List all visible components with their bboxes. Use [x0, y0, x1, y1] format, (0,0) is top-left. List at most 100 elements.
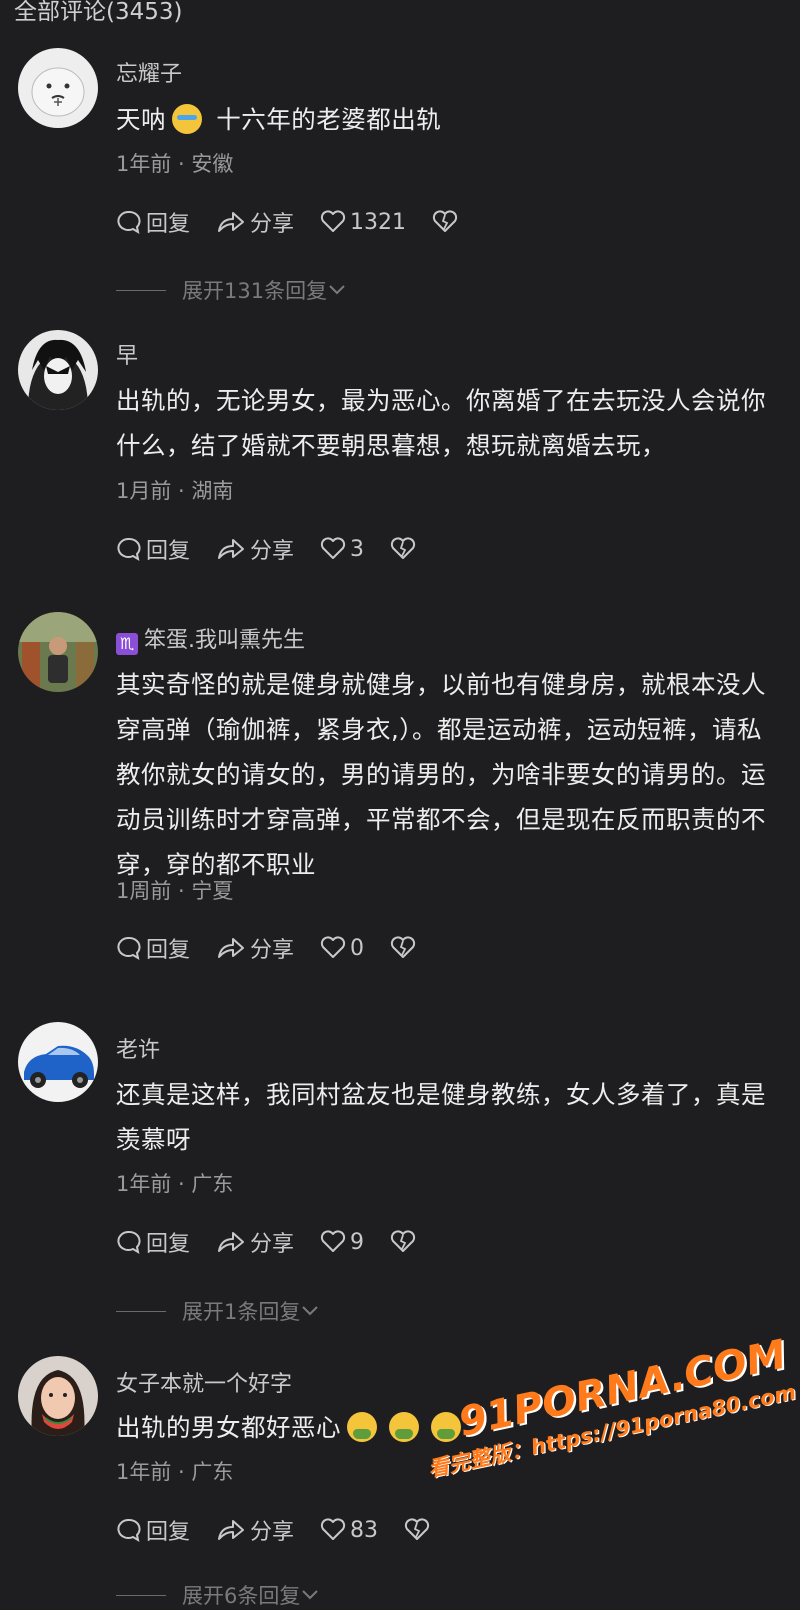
broken-heart-icon — [390, 936, 416, 958]
like-count: 3 — [350, 536, 365, 562]
comment-author[interactable]: 老许 — [116, 1032, 160, 1064]
reply-label: 回复 — [146, 212, 191, 237]
like-count: 83 — [350, 1517, 379, 1543]
share-button[interactable]: 分享 — [216, 1226, 294, 1258]
divider — [116, 289, 166, 291]
share-arrow-icon — [218, 1232, 245, 1252]
share-arrow-icon — [218, 938, 245, 958]
watermark: 91PORNA.COM 看完整版：https://91porna80.com — [415, 1332, 798, 1595]
expand-replies-button[interactable]: 展开6条回复 — [116, 1580, 320, 1610]
reply-button[interactable]: 回复 — [116, 206, 190, 238]
comment-text-part: 天呐 — [116, 105, 166, 134]
broken-heart-icon — [404, 1518, 430, 1540]
like-button[interactable]: 83 — [320, 1518, 378, 1543]
heart-icon — [320, 1518, 346, 1540]
divider — [116, 1594, 166, 1596]
expand-replies-label: 展开1条回复 — [182, 1300, 301, 1324]
share-label: 分享 — [250, 1232, 295, 1257]
like-count: 9 — [350, 1229, 365, 1255]
avatar[interactable] — [18, 1022, 98, 1102]
dislike-button[interactable] — [432, 210, 462, 234]
comment-bubble-icon — [117, 210, 141, 235]
reply-button[interactable]: 回复 — [116, 1226, 190, 1258]
comment-text: 天呐 十六年的老婆都出轨 — [116, 97, 786, 142]
reply-button[interactable]: 回复 — [116, 1514, 190, 1546]
like-count: 0 — [350, 935, 365, 961]
comment-actions: 回复 分享 83 — [116, 1514, 460, 1546]
share-label: 分享 — [250, 539, 295, 564]
avatar[interactable] — [18, 1356, 98, 1436]
reply-button[interactable]: 回复 — [116, 533, 190, 565]
reply-label: 回复 — [146, 539, 191, 564]
comment-bubble-icon — [117, 936, 141, 961]
nauseated-face-icon — [389, 1412, 419, 1442]
like-button[interactable]: 0 — [320, 936, 364, 961]
avatar[interactable] — [18, 612, 98, 692]
share-button[interactable]: 分享 — [216, 1514, 294, 1546]
nauseated-face-icon — [347, 1412, 377, 1442]
zodiac-badge-icon: ♏ — [116, 633, 138, 655]
heart-icon — [320, 1230, 346, 1252]
reply-button[interactable]: 回复 — [116, 932, 190, 964]
comment-author[interactable]: 女子本就一个好字 — [116, 1366, 292, 1398]
comment-text-part: 十六年的老婆都出轨 — [208, 105, 442, 134]
share-arrow-icon — [218, 539, 245, 559]
comment-author[interactable]: 早 — [116, 338, 138, 370]
comment-actions: 回复 分享 1321 — [116, 206, 488, 238]
comment-bubble-icon — [117, 1518, 141, 1543]
comment-text: 出轨的，无论男女，最为恶心。你离婚了在去玩没人会说你什么，结了婚就不要朝思暮想，… — [116, 386, 766, 460]
divider — [116, 1310, 166, 1312]
broken-heart-icon — [390, 1230, 416, 1252]
comment-actions: 回复 分享 9 — [116, 1226, 446, 1258]
share-arrow-icon — [218, 212, 245, 232]
broken-heart-icon — [390, 537, 416, 559]
comment-meta: 1月前 · 湖南 — [116, 479, 234, 503]
expand-replies-label: 展开6条回复 — [182, 1584, 301, 1608]
like-count: 1321 — [350, 209, 407, 235]
comment-meta: 1年前 · 广东 — [116, 1172, 234, 1196]
comment-bubble-icon — [117, 1230, 141, 1255]
like-button[interactable]: 9 — [320, 1230, 364, 1255]
dislike-button[interactable] — [390, 537, 420, 561]
heart-icon — [320, 210, 346, 232]
reply-label: 回复 — [146, 1232, 191, 1257]
chevron-down-icon — [302, 1306, 319, 1316]
like-button[interactable]: 1321 — [320, 210, 406, 235]
share-label: 分享 — [250, 1520, 295, 1545]
share-button[interactable]: 分享 — [216, 932, 294, 964]
reply-label: 回复 — [146, 938, 191, 963]
comments-count-header: 全部评论(3453) — [14, 0, 183, 25]
expand-replies-button[interactable]: 展开131条回复 — [116, 275, 347, 305]
comment-text-part: 出轨的男女都好恶心 — [116, 1413, 341, 1442]
like-button[interactable]: 3 — [320, 537, 364, 562]
chevron-down-icon — [329, 285, 345, 295]
avatar[interactable] — [18, 48, 98, 128]
comment-author-name: 笨蛋.我叫熏先生 — [144, 628, 305, 653]
comment-text: 还真是这样，我同村盆友也是健身教练，女人多着了，真是羡慕呀 — [116, 1080, 766, 1154]
expand-replies-button[interactable]: 展开1条回复 — [116, 1296, 320, 1326]
share-button[interactable]: 分享 — [216, 206, 294, 238]
share-button[interactable]: 分享 — [216, 533, 294, 565]
comment-meta: 1年前 · 安徽 — [116, 152, 234, 176]
comment-actions: 回复 分享 0 — [116, 932, 446, 964]
heart-icon — [320, 537, 346, 559]
reply-label: 回复 — [146, 1520, 191, 1545]
heart-icon — [320, 936, 346, 958]
comment-meta: 1年前 · 广东 — [116, 1460, 234, 1484]
share-arrow-icon — [218, 1520, 245, 1540]
share-label: 分享 — [250, 938, 295, 963]
chevron-down-icon — [302, 1590, 319, 1600]
comment-author[interactable]: ♏ 笨蛋.我叫熏先生 — [116, 622, 305, 655]
broken-heart-icon — [432, 210, 458, 232]
avatar[interactable] — [18, 330, 98, 410]
comment-actions: 回复 分享 3 — [116, 533, 446, 565]
dislike-button[interactable] — [390, 1230, 420, 1254]
comment-author[interactable]: 忘耀子 — [116, 56, 182, 88]
comment-meta: 1周前 · 宁夏 — [116, 879, 234, 903]
comment-text: 其实奇怪的就是健身就健身，以前也有健身房，就根本没人穿高弹（瑜伽裤，紧身衣,）。… — [116, 670, 766, 879]
comment-bubble-icon — [117, 537, 141, 562]
share-label: 分享 — [250, 212, 295, 237]
crying-face-icon — [172, 104, 202, 134]
dislike-button[interactable] — [390, 936, 420, 960]
dislike-button[interactable] — [404, 1518, 434, 1542]
